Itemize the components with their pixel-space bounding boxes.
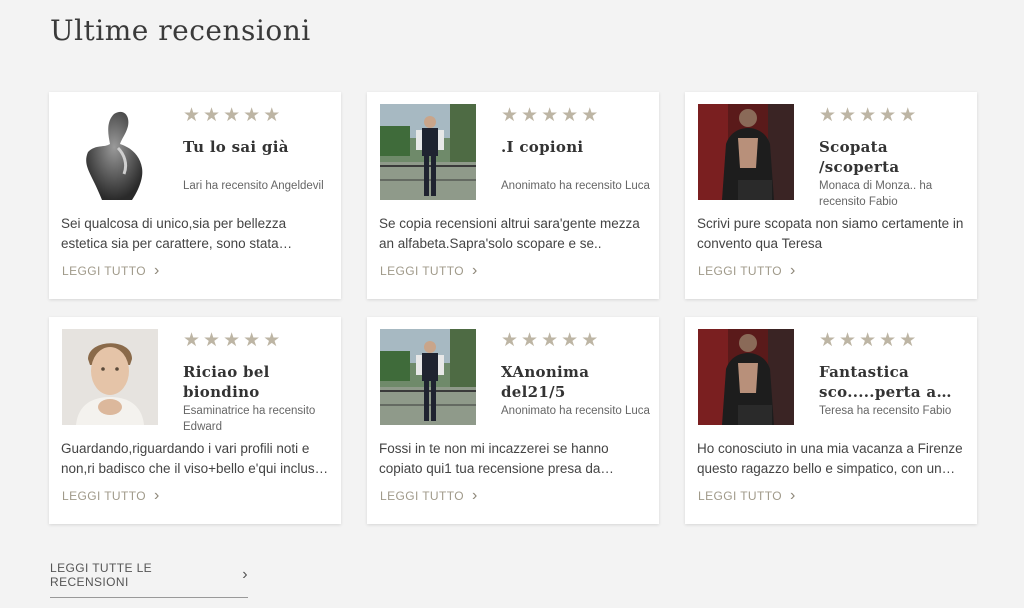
chevron-right-icon: › — [153, 487, 160, 504]
star-icon: ★ — [561, 329, 579, 351]
rating-stars: ★ ★ ★ ★ ★ — [819, 105, 916, 125]
star-icon: ★ — [223, 329, 241, 351]
review-title[interactable]: Riciao bel biondino — [183, 362, 333, 402]
profile-photo[interactable] — [62, 104, 158, 200]
review-meta: Lari ha recensito Angeldevil — [183, 180, 324, 192]
review-card: ★ ★ ★ ★ ★ XAnonima del21/5 Anonimato ha … — [367, 317, 659, 524]
rating-stars: ★ ★ ★ ★ ★ — [501, 330, 598, 350]
review-excerpt: Guardando,riguardando i vari profili not… — [61, 441, 329, 476]
read-more-link[interactable]: LEGGI TUTTO › — [62, 262, 160, 279]
chevron-right-icon: › — [471, 487, 478, 504]
star-icon: ★ — [203, 329, 221, 351]
review-title[interactable]: Scopata /scoperta — [819, 137, 969, 177]
star-icon: ★ — [839, 104, 857, 126]
review-excerpt: Fossi in te non mi incazzerei se hanno c… — [379, 441, 614, 476]
review-title[interactable]: Tu lo sai già — [183, 137, 333, 157]
review-excerpt: Scrivi pure scopata non siamo certamente… — [697, 216, 964, 251]
review-title[interactable]: Fantastica sco.....perta a… — [819, 362, 969, 402]
chevron-right-icon: › — [471, 262, 478, 279]
rating-stars: ★ ★ ★ ★ ★ — [819, 330, 916, 350]
star-icon: ★ — [859, 329, 877, 351]
read-more-link[interactable]: LEGGI TUTTO › — [380, 487, 478, 504]
read-more-label: LEGGI TUTTO — [698, 264, 782, 278]
rating-stars: ★ ★ ★ ★ ★ — [501, 105, 598, 125]
review-excerpt: Sei qualcosa di unico,sia per bellezza e… — [61, 216, 293, 251]
read-more-label: LEGGI TUTTO — [380, 489, 464, 503]
rating-stars: ★ ★ ★ ★ ★ — [183, 105, 280, 125]
read-more-link[interactable]: LEGGI TUTTO › — [698, 262, 796, 279]
review-card: ★ ★ ★ ★ ★ Fantastica sco.....perta a… Te… — [685, 317, 977, 524]
profile-photo[interactable] — [698, 329, 794, 425]
star-icon: ★ — [243, 104, 261, 126]
star-icon: ★ — [899, 104, 917, 126]
review-meta: Anonimato ha recensito Luca — [501, 405, 650, 417]
read-more-label: LEGGI TUTTO — [62, 489, 146, 503]
review-meta: Teresa ha recensito Fabio — [819, 405, 952, 417]
chevron-right-icon: › — [153, 262, 160, 279]
all-reviews-label: LEGGI TUTTE LE RECENSIONI — [50, 561, 153, 589]
star-icon: ★ — [879, 104, 897, 126]
read-more-label: LEGGI TUTTO — [380, 264, 464, 278]
read-more-link[interactable]: LEGGI TUTTO › — [698, 487, 796, 504]
reviews-grid: ★ ★ ★ ★ ★ Tu lo sai già Lari ha recensit… — [49, 92, 977, 524]
star-icon: ★ — [263, 104, 281, 126]
rating-stars: ★ ★ ★ ★ ★ — [183, 330, 280, 350]
star-icon: ★ — [879, 329, 897, 351]
star-icon: ★ — [183, 104, 201, 126]
review-excerpt: Se copia recensioni altrui sara'gente me… — [379, 216, 640, 251]
star-icon: ★ — [501, 329, 519, 351]
profile-photo[interactable] — [62, 329, 158, 425]
star-icon: ★ — [521, 104, 539, 126]
star-icon: ★ — [223, 104, 241, 126]
star-icon: ★ — [203, 104, 221, 126]
review-meta: Anonimato ha recensito Luca — [501, 180, 650, 192]
all-reviews-link[interactable]: LEGGI TUTTE LE RECENSIONI › — [50, 561, 248, 598]
star-icon: ★ — [581, 104, 599, 126]
star-icon: ★ — [819, 329, 837, 351]
star-icon: ★ — [859, 104, 877, 126]
review-card: ★ ★ ★ ★ ★ Scopata /scoperta Monaca di Mo… — [685, 92, 977, 299]
chevron-right-icon: › — [789, 487, 796, 504]
star-icon: ★ — [581, 329, 599, 351]
review-title[interactable]: .I copioni — [501, 137, 651, 157]
star-icon: ★ — [899, 329, 917, 351]
review-excerpt: Ho conosciuto in una mia vacanza a Firen… — [697, 441, 963, 476]
read-more-link[interactable]: LEGGI TUTTO › — [62, 487, 160, 504]
star-icon: ★ — [819, 104, 837, 126]
star-icon: ★ — [839, 329, 857, 351]
star-icon: ★ — [501, 104, 519, 126]
profile-photo[interactable] — [380, 104, 476, 200]
page-title: Ultime recensioni — [50, 14, 311, 47]
review-card: ★ ★ ★ ★ ★ Tu lo sai già Lari ha recensit… — [49, 92, 341, 299]
read-more-label: LEGGI TUTTO — [62, 264, 146, 278]
star-icon: ★ — [243, 329, 261, 351]
review-meta: Monaca di Monza.. ha recensito Fabio — [819, 180, 933, 208]
review-card: ★ ★ ★ ★ ★ .I copioni Anonimato ha recens… — [367, 92, 659, 299]
profile-photo[interactable] — [698, 104, 794, 200]
read-more-link[interactable]: LEGGI TUTTO › — [380, 262, 478, 279]
chevron-right-icon: › — [789, 262, 796, 279]
read-more-label: LEGGI TUTTO — [698, 489, 782, 503]
star-icon: ★ — [183, 329, 201, 351]
profile-photo[interactable] — [380, 329, 476, 425]
review-title[interactable]: XAnonima del21/5 — [501, 362, 651, 402]
review-card: ★ ★ ★ ★ ★ Riciao bel biondino Esaminatri… — [49, 317, 341, 524]
star-icon: ★ — [561, 104, 579, 126]
review-meta: Esaminatrice ha recensito Edward — [183, 405, 316, 433]
chevron-right-icon: › — [242, 566, 248, 583]
star-icon: ★ — [541, 104, 559, 126]
star-icon: ★ — [541, 329, 559, 351]
star-icon: ★ — [521, 329, 539, 351]
star-icon: ★ — [263, 329, 281, 351]
